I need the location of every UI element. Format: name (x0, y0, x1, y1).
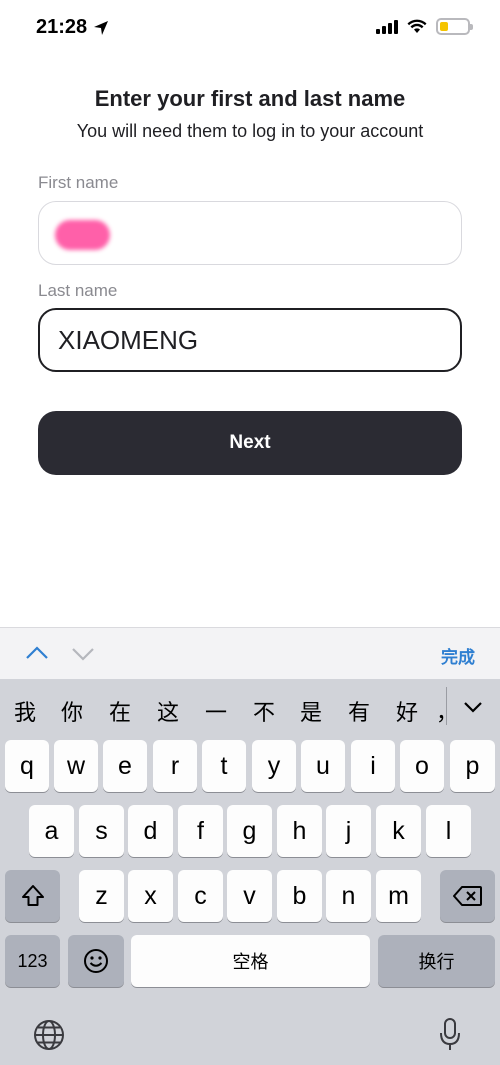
status-time-text: 21:28 (36, 16, 88, 38)
key-g[interactable]: g (227, 805, 272, 857)
key-i[interactable]: i (351, 740, 395, 792)
expand-candidates-chevron-icon[interactable] (462, 697, 484, 717)
location-arrow-icon (94, 20, 109, 35)
key-w[interactable]: w (54, 740, 98, 792)
key-x[interactable]: x (128, 870, 173, 922)
numbers-key[interactable]: 123 (5, 935, 60, 987)
backspace-icon (452, 886, 482, 906)
candidate-word[interactable]: 不 (253, 695, 275, 727)
key-p[interactable]: p (450, 740, 495, 792)
key-b[interactable]: b (277, 870, 322, 922)
chevron-up-icon[interactable] (24, 640, 50, 666)
status-indicators (376, 18, 473, 35)
candidate-word[interactable]: 这 (157, 695, 179, 727)
cellular-signal-icon (376, 19, 398, 34)
key-t[interactable]: t (202, 740, 246, 792)
status-bar: 21:28 (0, 0, 500, 60)
status-time: 21:28 (36, 16, 109, 39)
shift-key[interactable] (5, 870, 60, 922)
key-v[interactable]: v (227, 870, 272, 922)
key-q[interactable]: q (5, 740, 49, 792)
key-l[interactable]: l (426, 805, 471, 857)
key-u[interactable]: u (301, 740, 345, 792)
key-z[interactable]: z (79, 870, 124, 922)
emoji-icon (84, 949, 108, 973)
next-button[interactable]: Next (38, 411, 462, 475)
key-e[interactable]: e (103, 740, 147, 792)
candidate-divider (446, 687, 447, 725)
candidate-word[interactable]: 我 (14, 695, 36, 727)
key-h[interactable]: h (277, 805, 322, 857)
first-name-label: First name (38, 173, 119, 192)
key-n[interactable]: n (326, 870, 371, 922)
emoji-key[interactable] (68, 935, 124, 987)
page-subtitle: You will need them to log in to your acc… (76, 121, 424, 141)
key-s[interactable]: s (79, 805, 124, 857)
candidate-word[interactable]: 一 (205, 695, 227, 727)
globe-icon[interactable] (33, 1019, 65, 1051)
keyboard-toolbar: 完成 (0, 627, 500, 679)
delete-key[interactable] (440, 870, 495, 922)
candidate-word[interactable]: 在 (109, 695, 131, 727)
keyboard: 我 你 在 这 一 不 是 有 好 ， q w e r t y u i o p … (0, 679, 500, 1065)
wifi-icon (407, 19, 427, 33)
return-key[interactable]: 换行 (378, 935, 495, 987)
redaction-scribble (55, 220, 110, 250)
candidate-word[interactable]: 好 (396, 695, 418, 727)
last-name-field[interactable]: XIAOMENG (38, 308, 462, 372)
chevron-down-icon[interactable] (70, 640, 96, 666)
key-j[interactable]: j (326, 805, 371, 857)
candidate-word[interactable]: 有 (348, 695, 370, 727)
key-y[interactable]: y (252, 740, 296, 792)
done-button[interactable]: 完成 (441, 643, 475, 668)
candidate-word[interactable]: 你 (61, 695, 83, 727)
key-f[interactable]: f (178, 805, 223, 857)
space-key[interactable]: 空格 (131, 935, 370, 987)
last-name-value: XIAOMENG (58, 324, 199, 355)
key-a[interactable]: a (29, 805, 74, 857)
shift-icon (21, 885, 44, 906)
candidate-word[interactable]: 是 (300, 695, 322, 727)
candidate-word[interactable]: ， (436, 695, 444, 727)
page-title: Enter your first and last name (94, 86, 406, 111)
key-o[interactable]: o (400, 740, 444, 792)
key-m[interactable]: m (376, 870, 421, 922)
battery-icon (436, 18, 473, 35)
key-r[interactable]: r (153, 740, 197, 792)
last-name-label: Last name (38, 281, 118, 300)
battery-level (440, 22, 448, 31)
microphone-icon[interactable] (438, 1017, 462, 1053)
key-c[interactable]: c (178, 870, 223, 922)
candidate-bar: 我 你 在 这 一 不 是 有 好 ， (0, 679, 500, 737)
key-d[interactable]: d (128, 805, 173, 857)
key-k[interactable]: k (376, 805, 421, 857)
